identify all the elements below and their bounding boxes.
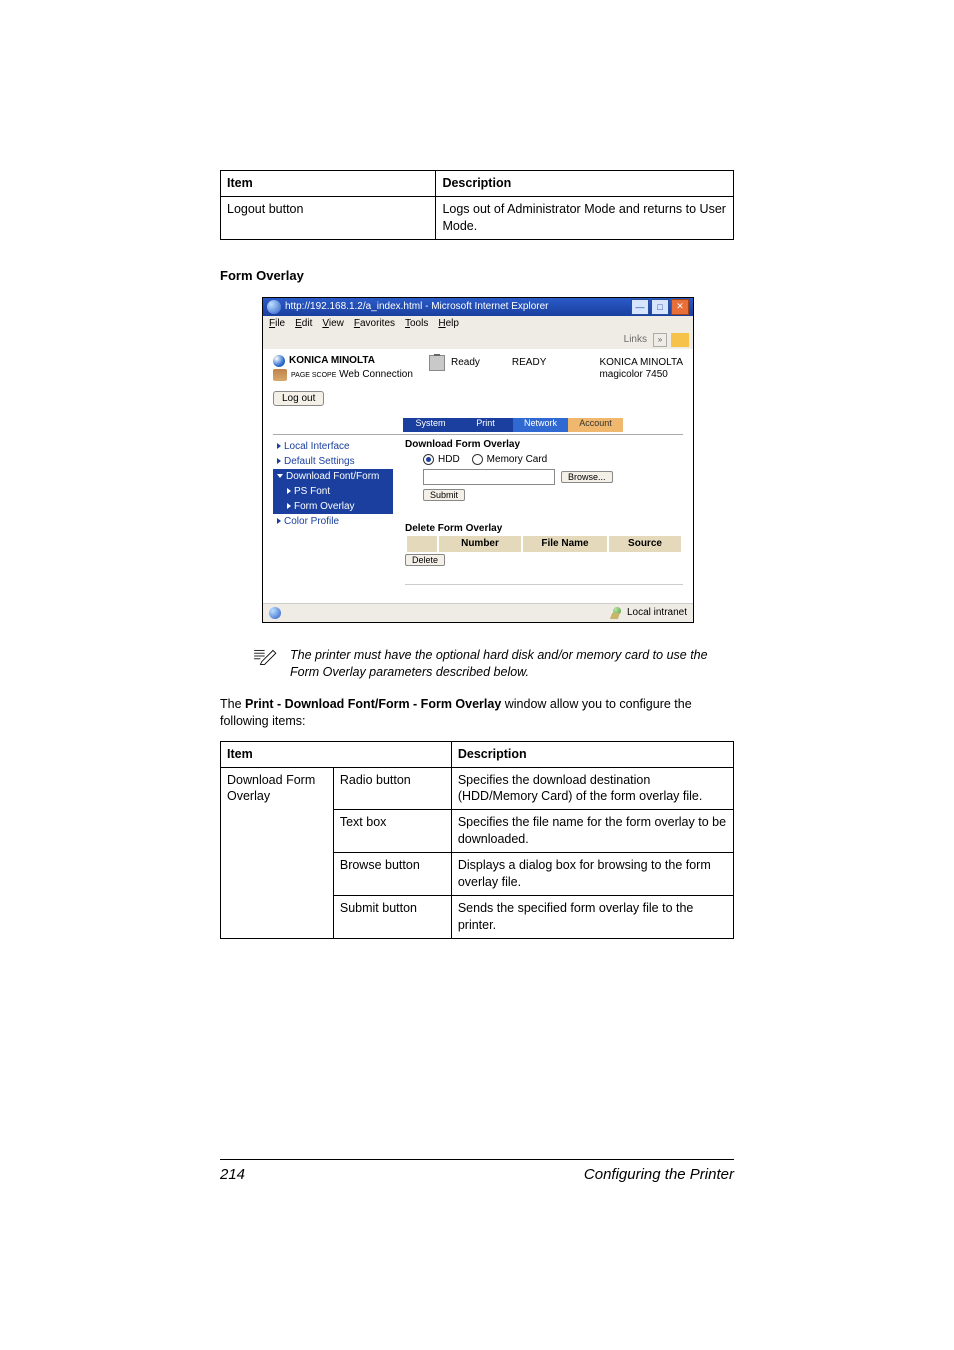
th-item: Item <box>221 171 436 197</box>
ready-big: READY <box>512 357 546 368</box>
printer-icon <box>429 355 445 371</box>
menu-view[interactable]: View <box>322 318 344 329</box>
brand-text: KONICA MINOLTA <box>289 355 375 366</box>
t2-item: Download Form Overlay <box>221 767 334 938</box>
right-brand: KONICA MINOLTA <box>599 357 683 369</box>
status-zone-label: Local intranet <box>627 607 687 618</box>
tab-print[interactable]: Print <box>458 418 513 432</box>
t2-desc-radio: Specifies the download destination (HDD/… <box>451 767 733 810</box>
section-heading: Form Overlay <box>220 268 734 283</box>
pagescope-icon <box>273 369 287 381</box>
t2-desc-textbox: Specifies the file name for the form ove… <box>451 810 733 853</box>
ie-icon <box>267 300 281 314</box>
del-th-blank <box>406 536 438 552</box>
download-form-overlay-heading: Download Form Overlay <box>405 439 683 450</box>
description-table-1: Item Description Logout button Logs out … <box>220 170 734 240</box>
delete-button[interactable]: Delete <box>405 554 445 566</box>
status-ie-icon <box>269 607 281 619</box>
t2-sub-textbox: Text box <box>333 810 451 853</box>
tab-network[interactable]: Network <box>513 418 568 432</box>
sidebar-item-default-settings[interactable]: Default Settings <box>273 454 393 469</box>
km-globe-icon <box>273 355 285 367</box>
del-th-filename: File Name <box>522 536 608 552</box>
minimize-icon[interactable]: — <box>631 299 649 315</box>
radio-hdd[interactable] <box>423 454 434 465</box>
page-number: 214 <box>220 1166 245 1183</box>
browse-button[interactable]: Browse... <box>561 471 613 483</box>
logout-button[interactable]: Log out <box>273 391 324 406</box>
sidebar-item-local-interface[interactable]: Local Interface <box>273 439 393 454</box>
menu-favorites[interactable]: Favorites <box>354 318 395 329</box>
window-title: http://192.168.1.2/a_index.html - Micros… <box>285 301 548 312</box>
menu-edit[interactable]: Edit <box>295 318 312 329</box>
sidebar-item-ps-font[interactable]: PS Font <box>273 484 393 499</box>
tab-system[interactable]: System <box>403 418 458 432</box>
del-th-number: Number <box>438 536 522 552</box>
note-icon <box>252 647 280 665</box>
th-desc: Description <box>436 171 734 197</box>
delete-table: Number File Name Source <box>405 536 683 552</box>
sidebar-item-download-font-form[interactable]: Download Font/Form <box>273 469 393 484</box>
menu-file[interactable]: File <box>269 318 285 329</box>
t2-sub-browse: Browse button <box>333 853 451 896</box>
ready-small: Ready <box>451 357 480 368</box>
maximize-icon[interactable]: □ <box>651 299 669 315</box>
screenshot-window: http://192.168.1.2/a_index.html - Micros… <box>262 297 694 623</box>
right-model: magicolor 7450 <box>599 369 683 381</box>
note-text: The printer must have the optional hard … <box>290 647 734 682</box>
intranet-zone-icon <box>611 607 623 619</box>
t2-th-item: Item <box>221 741 452 767</box>
submit-button[interactable]: Submit <box>423 489 465 501</box>
t2-desc-submit: Sends the specified form overlay file to… <box>451 895 733 938</box>
radio-memory-card[interactable] <box>472 454 483 465</box>
sidebar-item-color-profile[interactable]: Color Profile <box>273 514 393 529</box>
del-th-source: Source <box>608 536 682 552</box>
sidebar-item-form-overlay[interactable]: Form Overlay <box>273 499 393 514</box>
chevron-right-icon[interactable]: » <box>653 333 667 347</box>
td-item: Logout button <box>221 196 436 239</box>
tab-account[interactable]: Account <box>568 418 623 432</box>
file-input[interactable] <box>423 469 555 485</box>
t2-th-desc: Description <box>451 741 733 767</box>
radio-hdd-label: HDD <box>438 454 460 465</box>
description-table-2: Item Description Download Form Overlay R… <box>220 741 734 939</box>
pagescope-small: PAGE SCOPE <box>291 372 336 379</box>
footer-section-title: Configuring the Printer <box>584 1166 734 1183</box>
intro-paragraph: The Print - Download Font/Form - Form Ov… <box>220 696 734 731</box>
links-label[interactable]: Links <box>624 334 647 345</box>
menu-help[interactable]: Help <box>438 318 459 329</box>
page-footer: 214 Configuring the Printer <box>220 1159 734 1183</box>
close-icon[interactable]: ✕ <box>671 299 689 315</box>
t2-sub-radio: Radio button <box>333 767 451 810</box>
td-desc: Logs out of Administrator Mode and retur… <box>436 196 734 239</box>
menu-tools[interactable]: Tools <box>405 318 428 329</box>
throbber-icon <box>671 333 689 347</box>
delete-form-overlay-heading: Delete Form Overlay <box>405 523 683 534</box>
web-connection-label: Web Connection <box>339 369 413 380</box>
t2-sub-submit: Submit button <box>333 895 451 938</box>
radio-memory-card-label: Memory Card <box>487 454 548 465</box>
t2-desc-browse: Displays a dialog box for browsing to th… <box>451 853 733 896</box>
